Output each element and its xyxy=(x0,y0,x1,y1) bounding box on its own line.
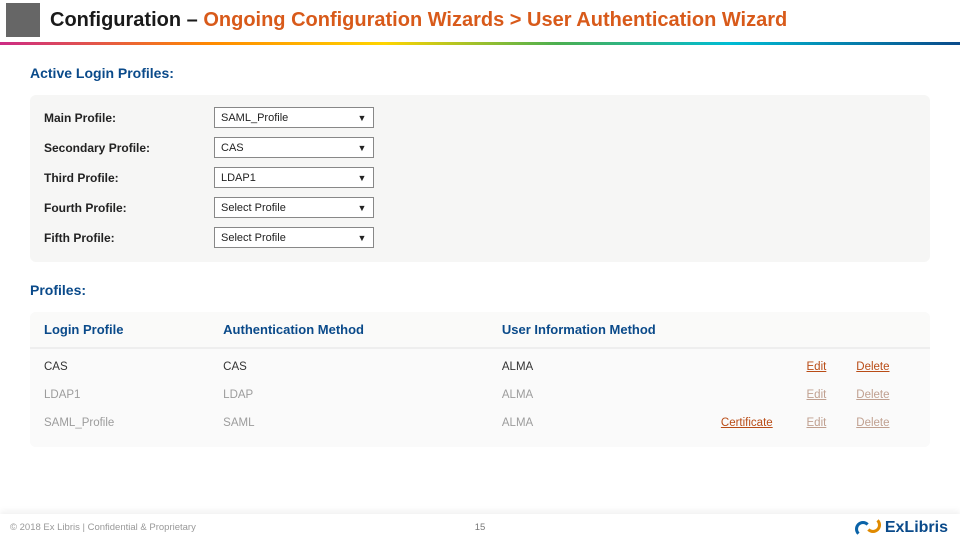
edit-link[interactable]: Edit xyxy=(807,417,827,429)
chevron-down-icon: ▼ xyxy=(355,171,369,185)
fourth-profile-select[interactable]: Select Profile ▼ xyxy=(214,197,374,218)
table-row: SAML_Profile SAML ALMA Certificate Edit … xyxy=(30,409,930,437)
active-profiles-card: Main Profile: SAML_Profile ▼ Secondary P… xyxy=(30,95,930,262)
profile-label-third: Third Profile: xyxy=(44,171,214,185)
table-row: LDAP1 LDAP ALMA Edit Delete xyxy=(30,381,930,409)
logo-swirl-icon xyxy=(855,517,881,537)
th-delete xyxy=(856,322,916,337)
chevron-down-icon: ▼ xyxy=(355,201,369,215)
table-body: CAS CAS ALMA Edit Delete LDAP1 LDAP ALMA… xyxy=(30,349,930,447)
table-header: Login Profile Authentication Method User… xyxy=(30,312,930,349)
profiles-table: Login Profile Authentication Method User… xyxy=(30,312,930,447)
th-auth-method: Authentication Method xyxy=(223,322,502,337)
exlibris-logo: ExLibris xyxy=(855,517,948,537)
footer-page-number: 15 xyxy=(475,522,486,533)
select-value: Select Profile xyxy=(221,202,286,214)
table-row: CAS CAS ALMA Edit Delete xyxy=(30,353,930,381)
select-value: CAS xyxy=(221,142,244,154)
main-content: Active Login Profiles: Main Profile: SAM… xyxy=(0,45,960,447)
chevron-down-icon: ▼ xyxy=(355,111,369,125)
chevron-down-icon: ▼ xyxy=(355,231,369,245)
cell-user: ALMA xyxy=(502,417,721,429)
footer: © 2018 Ex Libris | Confidential & Propri… xyxy=(0,514,960,540)
profile-row: Third Profile: LDAP1 ▼ xyxy=(44,167,916,188)
edit-link[interactable]: Edit xyxy=(807,361,827,373)
third-profile-select[interactable]: LDAP1 ▼ xyxy=(214,167,374,188)
th-cert xyxy=(721,322,807,337)
th-user-info-method: User Information Method xyxy=(502,322,721,337)
title-decoration-block xyxy=(6,3,40,37)
profile-label-secondary: Secondary Profile: xyxy=(44,141,214,155)
title-highlight: Ongoing Configuration Wizards > User Aut… xyxy=(203,9,787,31)
footer-copyright: © 2018 Ex Libris | Confidential & Propri… xyxy=(10,522,196,533)
profile-row: Secondary Profile: CAS ▼ xyxy=(44,137,916,158)
page-title: Configuration – Ongoing Configuration Wi… xyxy=(50,9,787,32)
profile-label-fifth: Fifth Profile: xyxy=(44,231,214,245)
title-bar: Configuration – Ongoing Configuration Wi… xyxy=(0,0,960,42)
cell-auth: SAML xyxy=(223,417,502,429)
select-value: LDAP1 xyxy=(221,172,256,184)
profile-row: Main Profile: SAML_Profile ▼ xyxy=(44,107,916,128)
section-heading-active-login-profiles: Active Login Profiles: xyxy=(30,65,930,81)
chevron-down-icon: ▼ xyxy=(355,141,369,155)
th-edit xyxy=(807,322,857,337)
th-login-profile: Login Profile xyxy=(44,322,223,337)
profile-row: Fifth Profile: Select Profile ▼ xyxy=(44,227,916,248)
logo-text: ExLibris xyxy=(885,519,948,537)
cell-user: ALMA xyxy=(502,361,721,373)
select-value: Select Profile xyxy=(221,232,286,244)
section-heading-profiles: Profiles: xyxy=(30,282,930,298)
cell-login: CAS xyxy=(44,361,223,373)
edit-link[interactable]: Edit xyxy=(807,389,827,401)
cell-login: LDAP1 xyxy=(44,389,223,401)
profile-label-main: Main Profile: xyxy=(44,111,214,125)
secondary-profile-select[interactable]: CAS ▼ xyxy=(214,137,374,158)
delete-link[interactable]: Delete xyxy=(856,361,889,373)
certificate-link[interactable]: Certificate xyxy=(721,417,773,429)
fifth-profile-select[interactable]: Select Profile ▼ xyxy=(214,227,374,248)
cell-login: SAML_Profile xyxy=(44,417,223,429)
select-value: SAML_Profile xyxy=(221,112,288,124)
delete-link[interactable]: Delete xyxy=(856,389,889,401)
cell-auth: LDAP xyxy=(223,389,502,401)
delete-link[interactable]: Delete xyxy=(856,417,889,429)
profile-label-fourth: Fourth Profile: xyxy=(44,201,214,215)
title-prefix: Configuration – xyxy=(50,9,203,31)
cell-auth: CAS xyxy=(223,361,502,373)
main-profile-select[interactable]: SAML_Profile ▼ xyxy=(214,107,374,128)
cell-user: ALMA xyxy=(502,389,721,401)
profile-row: Fourth Profile: Select Profile ▼ xyxy=(44,197,916,218)
